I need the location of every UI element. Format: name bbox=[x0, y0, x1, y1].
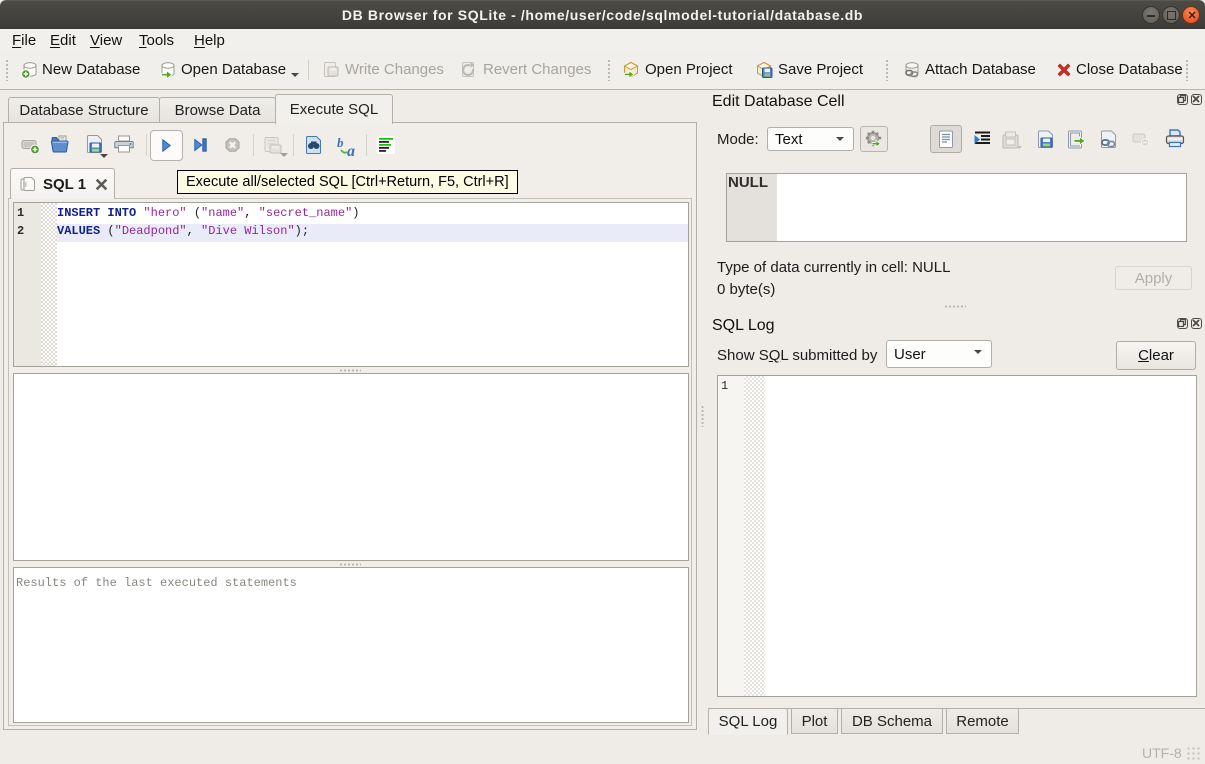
svg-text:a: a bbox=[347, 143, 355, 157]
svg-text:b: b bbox=[337, 135, 344, 150]
